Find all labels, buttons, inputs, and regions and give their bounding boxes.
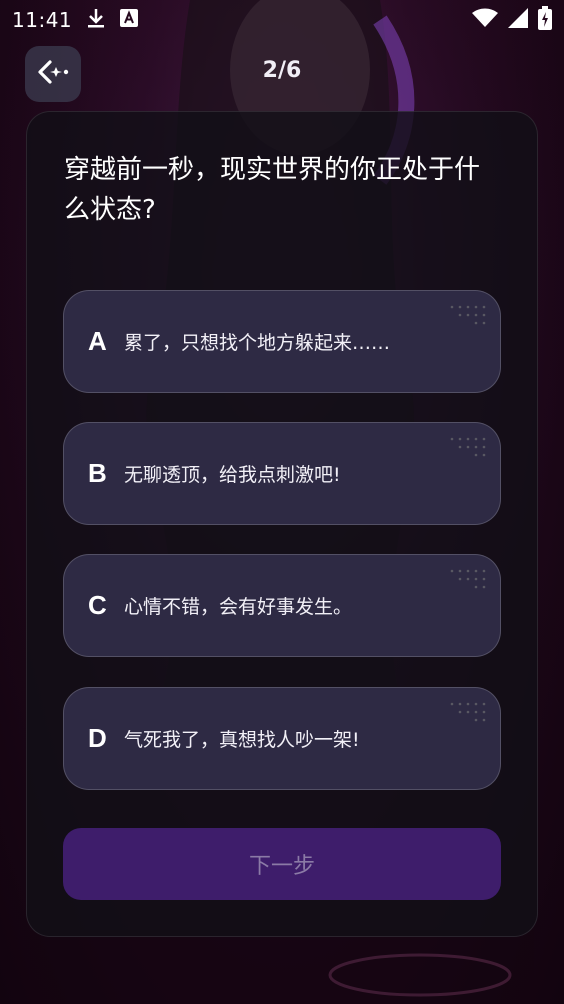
option-d[interactable]: D 气死我了，真想找人吵一架! (63, 687, 501, 790)
option-label: 心情不错，会有好事发生。 (124, 596, 353, 618)
next-step-button[interactable]: 下一步 (63, 828, 501, 900)
option-letter: B (88, 458, 107, 488)
dot-pattern-icon (450, 569, 486, 589)
download-icon (86, 7, 106, 33)
question-progress: 2/6 (262, 58, 302, 83)
status-time: 11:41 (12, 8, 73, 32)
option-b[interactable]: B 无聊透顶，给我点刺激吧! (63, 422, 501, 525)
option-c[interactable]: C 心情不错，会有好事发生。 (63, 554, 501, 657)
option-a[interactable]: A 累了，只想找个地方躲起来…… (63, 290, 501, 393)
option-letter: A (88, 326, 107, 356)
battery-charging-icon (538, 6, 552, 34)
cell-signal-icon (508, 8, 528, 32)
option-label: 无聊透顶，给我点刺激吧! (124, 464, 341, 486)
option-letter: D (88, 723, 107, 753)
option-label: 累了，只想找个地方躲起来…… (124, 332, 391, 354)
keyboard-a-icon (120, 9, 139, 31)
option-label: 气死我了，真想找人吵一架! (124, 729, 360, 751)
option-letter: C (88, 590, 107, 620)
dot-pattern-icon (450, 305, 486, 325)
dot-pattern-icon (450, 702, 486, 722)
wifi-icon (472, 8, 498, 32)
dot-pattern-icon (450, 437, 486, 457)
question-text: 穿越前一秒，现实世界的你正处于什么状态? (64, 155, 481, 225)
status-bar: 11:41 (0, 0, 564, 40)
